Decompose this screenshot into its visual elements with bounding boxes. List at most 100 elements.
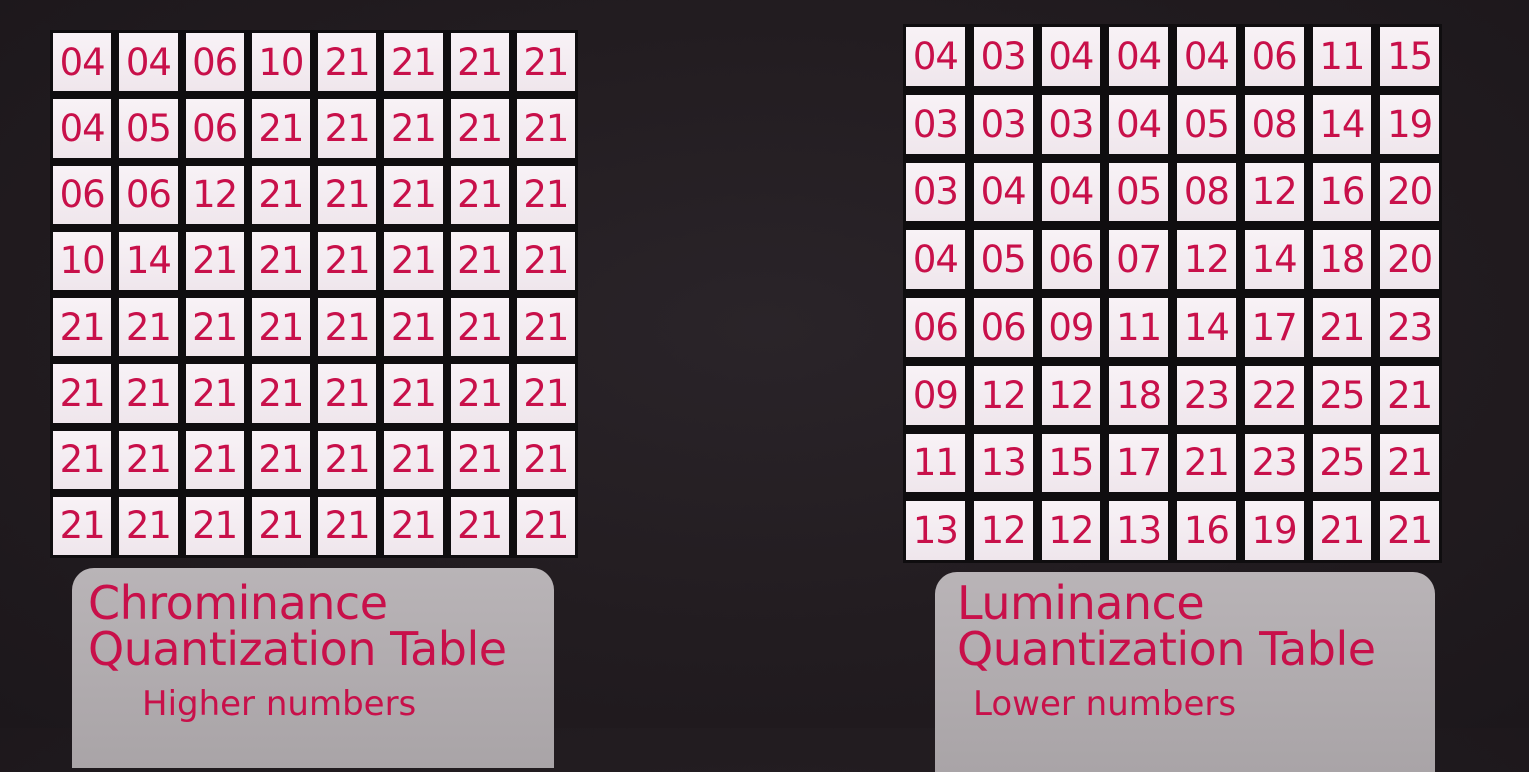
chrominance-cell-r1-c3: 06 bbox=[185, 33, 244, 92]
chrominance-cell-r4-c7: 21 bbox=[450, 231, 509, 290]
luminance-cell-r8-c6: 19 bbox=[1244, 501, 1304, 560]
luminance-cell-r5-c2: 06 bbox=[973, 298, 1033, 357]
luminance-cell-r5-c6: 17 bbox=[1244, 298, 1304, 357]
chrominance-cell-r4-c3: 21 bbox=[185, 231, 244, 290]
luminance-cell-r3-c6: 12 bbox=[1244, 162, 1304, 222]
luminance-cell-r3-c7: 16 bbox=[1312, 162, 1372, 222]
luminance-cell-r7-c4: 17 bbox=[1109, 433, 1168, 493]
luminance-cell-r7-c2: 13 bbox=[973, 433, 1033, 493]
chrominance-cell-r6-c5: 21 bbox=[318, 364, 377, 423]
luminance-cell-r1-c8: 15 bbox=[1380, 27, 1439, 86]
chrominance-cell-r5-c2: 21 bbox=[119, 298, 178, 357]
chrominance-quantization-grid: 04 04 06 10 21 21 21 21 04 05 06 21 21 21 21 21 06 06 12 21… bbox=[50, 30, 578, 558]
chrominance-cell-r2-c4: 21 bbox=[251, 99, 310, 158]
chrominance-cell-r7-c5: 21 bbox=[318, 430, 377, 489]
luminance-subtitle: Lower numbers bbox=[973, 684, 1237, 724]
luminance-cell-r4-c3: 06 bbox=[1041, 230, 1101, 289]
chrominance-cell-r2-c3: 06 bbox=[185, 99, 244, 158]
chrominance-cell-r3-c2: 06 bbox=[119, 165, 178, 224]
chrominance-cell-r4-c8: 21 bbox=[516, 231, 575, 290]
chrominance-cell-r8-c8: 21 bbox=[516, 496, 575, 555]
chrominance-cell-r2-c8: 21 bbox=[516, 99, 575, 158]
luminance-cell-r5-c4: 11 bbox=[1109, 298, 1168, 357]
luminance-cell-r5-c8: 23 bbox=[1380, 298, 1439, 357]
luminance-cell-r4-c6: 14 bbox=[1244, 230, 1304, 289]
luminance-cell-r2-c3: 03 bbox=[1041, 94, 1101, 154]
chrominance-cell-r6-c6: 21 bbox=[384, 364, 443, 423]
luminance-cell-r1-c7: 11 bbox=[1312, 27, 1372, 86]
luminance-cell-r2-c5: 05 bbox=[1177, 94, 1236, 154]
luminance-cell-r7-c8: 21 bbox=[1380, 433, 1439, 493]
chrominance-cell-r8-c2: 21 bbox=[119, 496, 178, 555]
luminance-cell-r6-c2: 12 bbox=[973, 365, 1033, 425]
chrominance-cell-r8-c5: 21 bbox=[318, 496, 377, 555]
luminance-cell-r2-c6: 08 bbox=[1244, 94, 1304, 154]
chrominance-cell-r7-c1: 21 bbox=[53, 430, 112, 489]
luminance-cell-r2-c7: 14 bbox=[1312, 94, 1372, 154]
chrominance-cell-r5-c5: 21 bbox=[318, 298, 377, 357]
luminance-cell-r5-c7: 21 bbox=[1312, 298, 1372, 357]
chrominance-cell-r4-c1: 10 bbox=[53, 231, 112, 290]
luminance-cell-r8-c3: 12 bbox=[1041, 501, 1101, 560]
luminance-cell-r4-c7: 18 bbox=[1312, 230, 1372, 289]
luminance-cell-r8-c8: 21 bbox=[1380, 501, 1439, 560]
luminance-cell-r3-c1: 03 bbox=[906, 162, 965, 222]
luminance-cell-r3-c5: 08 bbox=[1177, 162, 1236, 222]
chrominance-cell-r3-c7: 21 bbox=[450, 165, 509, 224]
chrominance-cell-r4-c2: 14 bbox=[119, 231, 178, 290]
chrominance-cell-r4-c6: 21 bbox=[384, 231, 443, 290]
chrominance-cell-r8-c7: 21 bbox=[450, 496, 509, 555]
chrominance-cell-r1-c6: 21 bbox=[384, 33, 443, 92]
luminance-cell-r1-c1: 04 bbox=[906, 27, 965, 86]
luminance-cell-r8-c1: 13 bbox=[906, 501, 965, 560]
luminance-cell-r3-c2: 04 bbox=[973, 162, 1033, 222]
luminance-cell-r4-c8: 20 bbox=[1380, 230, 1439, 289]
luminance-cell-r2-c2: 03 bbox=[973, 94, 1033, 154]
chrominance-cell-r3-c3: 12 bbox=[185, 165, 244, 224]
luminance-cell-r1-c2: 03 bbox=[973, 27, 1033, 86]
chrominance-cell-r8-c6: 21 bbox=[384, 496, 443, 555]
luminance-cell-r1-c4: 04 bbox=[1109, 27, 1168, 86]
chrominance-title-line1: Chrominance bbox=[88, 576, 388, 630]
luminance-cell-r7-c5: 21 bbox=[1177, 433, 1236, 493]
luminance-cell-r6-c8: 21 bbox=[1380, 365, 1439, 425]
chrominance-cell-r1-c1: 04 bbox=[53, 33, 112, 92]
chrominance-cell-r1-c8: 21 bbox=[516, 33, 575, 92]
chrominance-cell-r2-c7: 21 bbox=[450, 99, 509, 158]
luminance-cell-r1-c5: 04 bbox=[1177, 27, 1236, 86]
luminance-cell-r2-c1: 03 bbox=[906, 94, 965, 154]
chrominance-caption-panel: Chrominance Quantization Table Higher nu… bbox=[72, 568, 554, 768]
chrominance-cell-r2-c1: 04 bbox=[53, 99, 112, 158]
chrominance-cell-r5-c4: 21 bbox=[251, 298, 310, 357]
luminance-cell-r2-c8: 19 bbox=[1380, 94, 1439, 154]
chrominance-cell-r8-c3: 21 bbox=[185, 496, 244, 555]
chrominance-cell-r6-c7: 21 bbox=[450, 364, 509, 423]
chrominance-subtitle: Higher numbers bbox=[142, 684, 417, 724]
chrominance-cell-r5-c1: 21 bbox=[53, 298, 112, 357]
luminance-cell-r6-c4: 18 bbox=[1109, 365, 1168, 425]
luminance-cell-r6-c3: 12 bbox=[1041, 365, 1101, 425]
luminance-cell-r6-c6: 22 bbox=[1244, 365, 1304, 425]
chrominance-cell-r2-c2: 05 bbox=[119, 99, 178, 158]
chrominance-cell-r8-c1: 21 bbox=[53, 496, 112, 555]
luminance-cell-r7-c1: 11 bbox=[906, 433, 965, 493]
chrominance-cell-r7-c3: 21 bbox=[185, 430, 244, 489]
chrominance-cell-r3-c4: 21 bbox=[251, 165, 310, 224]
luminance-cell-r1-c3: 04 bbox=[1041, 27, 1101, 86]
chrominance-cell-r4-c5: 21 bbox=[318, 231, 377, 290]
luminance-cell-r4-c1: 04 bbox=[906, 230, 965, 289]
chrominance-cell-r4-c4: 21 bbox=[251, 231, 310, 290]
chrominance-title-line2: Quantization Table bbox=[88, 622, 507, 676]
luminance-cell-r3-c4: 05 bbox=[1109, 162, 1168, 222]
chrominance-cell-r1-c4: 10 bbox=[251, 33, 310, 92]
chrominance-cell-r5-c6: 21 bbox=[384, 298, 443, 357]
luminance-cell-r8-c5: 16 bbox=[1177, 501, 1236, 560]
chrominance-cell-r6-c4: 21 bbox=[251, 364, 310, 423]
chrominance-cell-r3-c5: 21 bbox=[318, 165, 377, 224]
chrominance-cell-r7-c7: 21 bbox=[450, 430, 509, 489]
chrominance-cell-r5-c7: 21 bbox=[450, 298, 509, 357]
luminance-cell-r5-c3: 09 bbox=[1041, 298, 1101, 357]
luminance-cell-r5-c5: 14 bbox=[1177, 298, 1236, 357]
chrominance-cell-r6-c3: 21 bbox=[185, 364, 244, 423]
chrominance-cell-r1-c7: 21 bbox=[450, 33, 509, 92]
